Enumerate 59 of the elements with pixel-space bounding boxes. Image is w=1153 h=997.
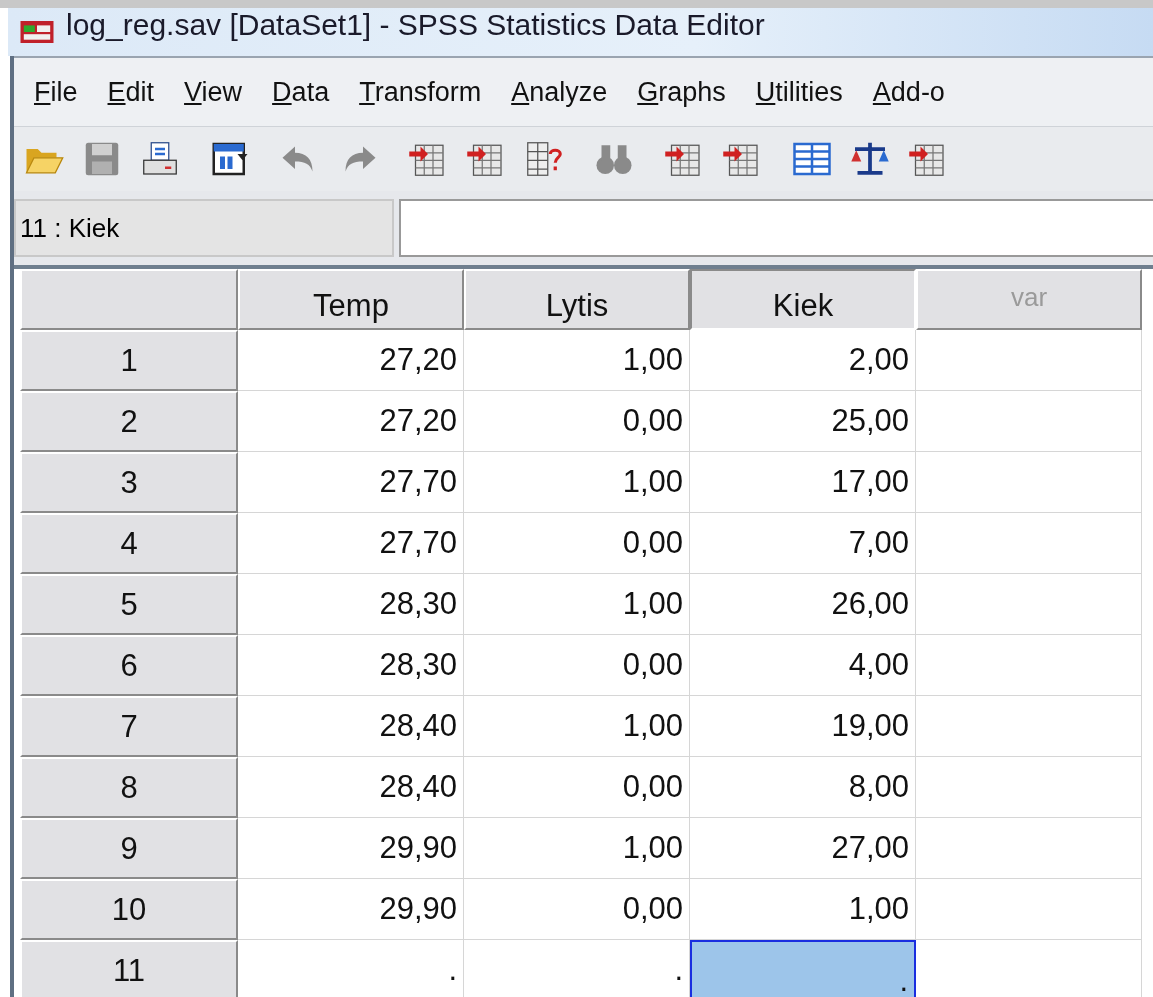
table-cell: 28,30 [238,574,464,635]
table-cell: 27,00 [690,818,916,879]
table-cell: 1,00 [464,452,690,513]
window-title: log_reg.sav [DataSet1] - SPSS Statistics Data Editor [66,8,765,42]
menu-item[interactable]: Add-o [866,76,969,108]
column-header[interactable]: Lytis [464,269,690,330]
table-cell: 4,00 [690,635,916,696]
menu-item[interactable]: Edit [101,76,179,108]
table-cell: 1,00 [464,574,690,635]
menu-item[interactable]: Graphs [631,76,750,108]
menu-item[interactable]: File [28,76,102,108]
table-cell: 0,00 [464,757,690,818]
menu-item[interactable]: Data [266,76,354,108]
row-header[interactable]: 4 [20,513,238,574]
table-cell: 17,00 [690,452,916,513]
table-cell: 1,00 [464,818,690,879]
table-cell: 27,20 [238,330,464,391]
menu-item[interactable]: View [178,76,267,108]
grid-question-icon[interactable] [524,139,564,179]
row-header[interactable]: 7 [20,696,238,757]
column-header[interactable]: Temp [238,269,464,330]
table-cell: 29,90 [238,879,464,940]
menu-item[interactable]: Utilities [749,76,867,108]
row-header[interactable]: 5 [20,574,238,635]
column-header[interactable]: Kiek [690,269,916,330]
table-cell: 1,00 [464,696,690,757]
cell-editor-field[interactable] [399,199,1153,257]
row-header[interactable]: 1 [20,330,238,391]
table-cell: 27,20 [238,391,464,452]
table-cell: 28,40 [238,696,464,757]
row-header[interactable]: 9 [20,818,238,879]
table-cell: 0,00 [464,513,690,574]
row-header[interactable]: 11 [20,940,238,997]
table-cell: 1,00 [690,879,916,940]
row-header[interactable]: 3 [20,452,238,513]
table-cell: 8,00 [690,757,916,818]
table-cell: 26,00 [690,574,916,635]
cell-reference: 11 : Kiek [14,199,394,257]
table-cell: 28,30 [238,635,464,696]
table-cell: 29,90 [238,818,464,879]
table-cell: 0,00 [464,879,690,940]
table-cell: 25,00 [690,391,916,452]
app-icon [20,21,54,43]
table-cell: 27,70 [238,513,464,574]
table-cell: 27,70 [238,452,464,513]
table-cell: 28,40 [238,757,464,818]
row-header[interactable]: 6 [20,635,238,696]
table-cell: 0,00 [464,635,690,696]
row-header[interactable]: 8 [20,757,238,818]
table-cell: . [690,940,916,997]
table-cell: 0,00 [464,391,690,452]
table-cell: 7,00 [690,513,916,574]
menu-item[interactable]: Analyze [505,76,632,108]
table-cell: 19,00 [690,696,916,757]
menu-item[interactable]: Transform [353,76,506,108]
row-header[interactable]: 2 [20,391,238,452]
table-cell: 2,00 [690,330,916,391]
row-header[interactable]: 10 [20,879,238,940]
table-cell: 1,00 [464,330,690,391]
